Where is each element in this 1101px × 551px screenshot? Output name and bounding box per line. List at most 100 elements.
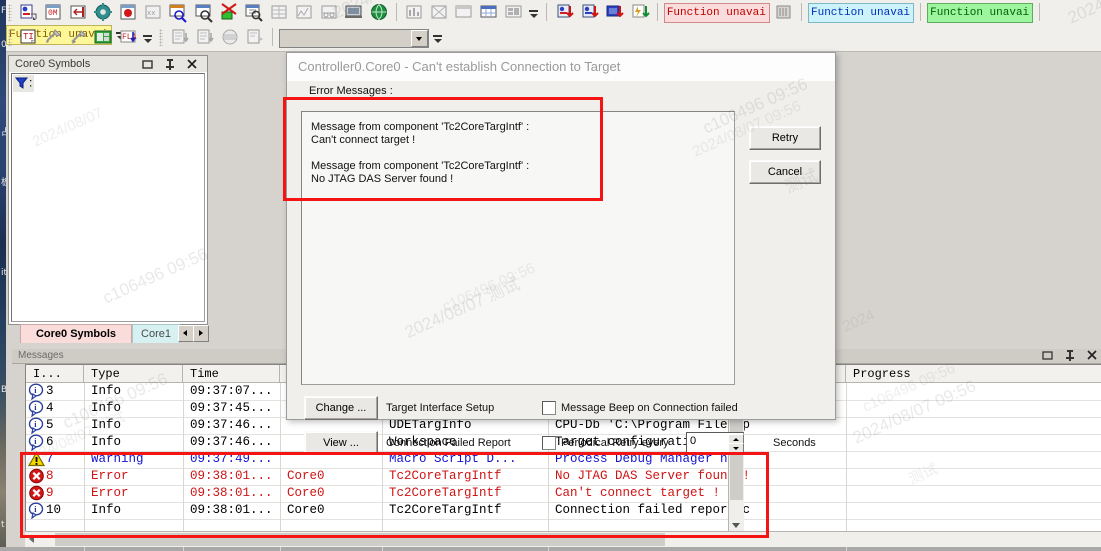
reset-target-icon[interactable] [604,1,626,23]
chevron-down-icon[interactable] [732,523,740,528]
script-run-icon[interactable] [244,26,266,48]
toolbar-grip[interactable] [8,4,12,21]
connection-failed-report-label: Connection Failed Report [386,437,511,449]
table-row[interactable]: 8Error09:38:01...Core0Tc2CoreTargIntfNo … [26,468,1101,486]
retry-interval-value: 0 [690,435,696,447]
cell-id: 5 [46,417,82,434]
table-row[interactable]: 9Error09:38:01...Core0Tc2CoreTargIntfCan… [26,485,1101,503]
function-unavailable-box-3[interactable]: Function unavai [927,3,1033,23]
table-row[interactable]: i10Info09:38:01...Core0Tc2CoreTargIntfCo… [26,502,1101,520]
toolbar-overflow-chevron[interactable] [528,1,540,23]
find-window-icon[interactable] [167,1,189,23]
tabstrip-scroll-right[interactable] [193,325,209,342]
break-execution-icon[interactable] [67,26,89,48]
info-icon: i [28,383,45,400]
column-header-time[interactable]: Time [183,365,280,383]
flash-program-icon[interactable] [629,1,651,23]
stepper-buttons[interactable] [728,434,742,451]
close-icon[interactable] [185,57,199,71]
error-messages-label: Error Messages : [307,85,395,97]
debug-download-icon[interactable] [17,1,39,23]
chevron-left-icon[interactable] [29,535,34,543]
toolbar-separator [396,3,397,21]
cell-target: Core0 [287,468,381,485]
table-view-icon[interactable] [478,1,500,23]
close-icon[interactable] [1085,349,1099,363]
bar-chart-icon[interactable] [403,1,425,23]
stop-icon[interactable] [219,26,241,48]
tabstrip-scroll-left[interactable] [178,325,194,342]
ti-target-icon[interactable]: TI [17,26,39,48]
trace-icon[interactable] [293,1,315,23]
pin-icon[interactable] [163,57,177,71]
filter-toolbar[interactable]: : [13,75,34,92]
matrix-icon[interactable] [428,1,450,23]
column-header-type[interactable]: Type [84,365,183,383]
symbol-browser-icon[interactable] [243,1,265,23]
layout-manager-icon[interactable] [503,1,525,23]
disassembly-icon[interactable]: xx [142,1,164,23]
table-row[interactable]: 7Warning09:37:49...Macro Script D...Proc… [26,451,1101,469]
memory-view-icon[interactable]: 0M [42,1,64,23]
column-header-id[interactable]: I... [26,365,84,383]
dialog-title-bar[interactable]: Controller0.Core0 - Can't establish Conn… [287,53,835,81]
registers-icon[interactable] [268,1,290,23]
flash-erase-icon[interactable]: FLA [117,26,139,48]
run-to-cursor-icon[interactable] [42,26,64,48]
change-button[interactable]: Change ... [304,396,378,420]
window-tile-icon[interactable] [453,1,475,23]
target-monitor-icon[interactable] [343,1,365,23]
board-config-icon[interactable] [92,26,114,48]
toolbar-overflow-chevron-3[interactable] [432,26,444,48]
download-target-b-icon[interactable] [579,1,601,23]
function-unavailable-box-2[interactable]: Function unavai [808,3,914,23]
cell-type: Info [91,434,182,451]
messages-horizontal-scrollbar[interactable] [25,531,1101,547]
retry-button[interactable]: Retry [749,126,821,150]
column-divider [280,383,281,551]
restore-icon[interactable] [1041,349,1055,363]
toolbar-grip-2[interactable] [8,29,12,46]
inspect-window-icon[interactable] [193,1,215,23]
toolbar-overflow-chevron-2[interactable] [142,26,154,48]
profiling-icon[interactable] [318,1,340,23]
error-icon [28,485,45,502]
load-program-icon[interactable] [169,26,191,48]
periodical-retry-checkbox[interactable] [542,436,556,450]
symbols-list-area[interactable]: : [11,73,205,322]
tab-core0-symbols[interactable]: Core0 Symbols [20,324,132,343]
globe-icon[interactable] [368,1,390,23]
function-unavailable-box-1[interactable]: Function unavai [664,3,770,23]
toolbar-grip-3[interactable] [159,29,163,46]
info-icon: i [28,502,45,519]
step-return-icon[interactable] [67,1,89,23]
grid-small-icon[interactable] [773,1,795,23]
cancel-button[interactable]: Cancel [749,160,821,184]
scrollbar-thumb[interactable] [55,533,665,546]
address-combo[interactable] [279,29,429,48]
toolbar-separator [272,28,273,46]
column-header-progress[interactable]: Progress [846,365,1101,383]
settings-gear-icon[interactable] [92,1,114,23]
breakpoint-icon[interactable] [117,1,139,23]
pin-icon[interactable] [1063,349,1077,363]
column-divider [84,383,85,551]
cell-time: 09:38:01... [190,502,279,519]
tab-core1[interactable]: Core1 [132,324,180,343]
message-beep-checkbox[interactable] [542,401,556,415]
load-symbols-icon[interactable] [194,26,216,48]
delete-breakpoints-icon[interactable] [218,1,240,23]
cell-type: Info [91,400,182,417]
cell-id: 7 [46,451,82,468]
download-target-a-icon[interactable] [554,1,576,23]
stepper-down-icon[interactable] [728,443,744,453]
cell-id: 8 [46,468,82,485]
chevron-down-icon[interactable] [411,30,428,47]
cell-time: 09:37:45... [190,400,279,417]
restore-icon[interactable] [141,57,155,71]
retry-interval-stepper[interactable]: 0 [686,432,744,453]
cell-id: 10 [46,502,82,519]
cell-id: 3 [46,383,82,400]
view-button[interactable]: View ... [304,431,378,455]
toolbar-separator [1039,3,1040,21]
